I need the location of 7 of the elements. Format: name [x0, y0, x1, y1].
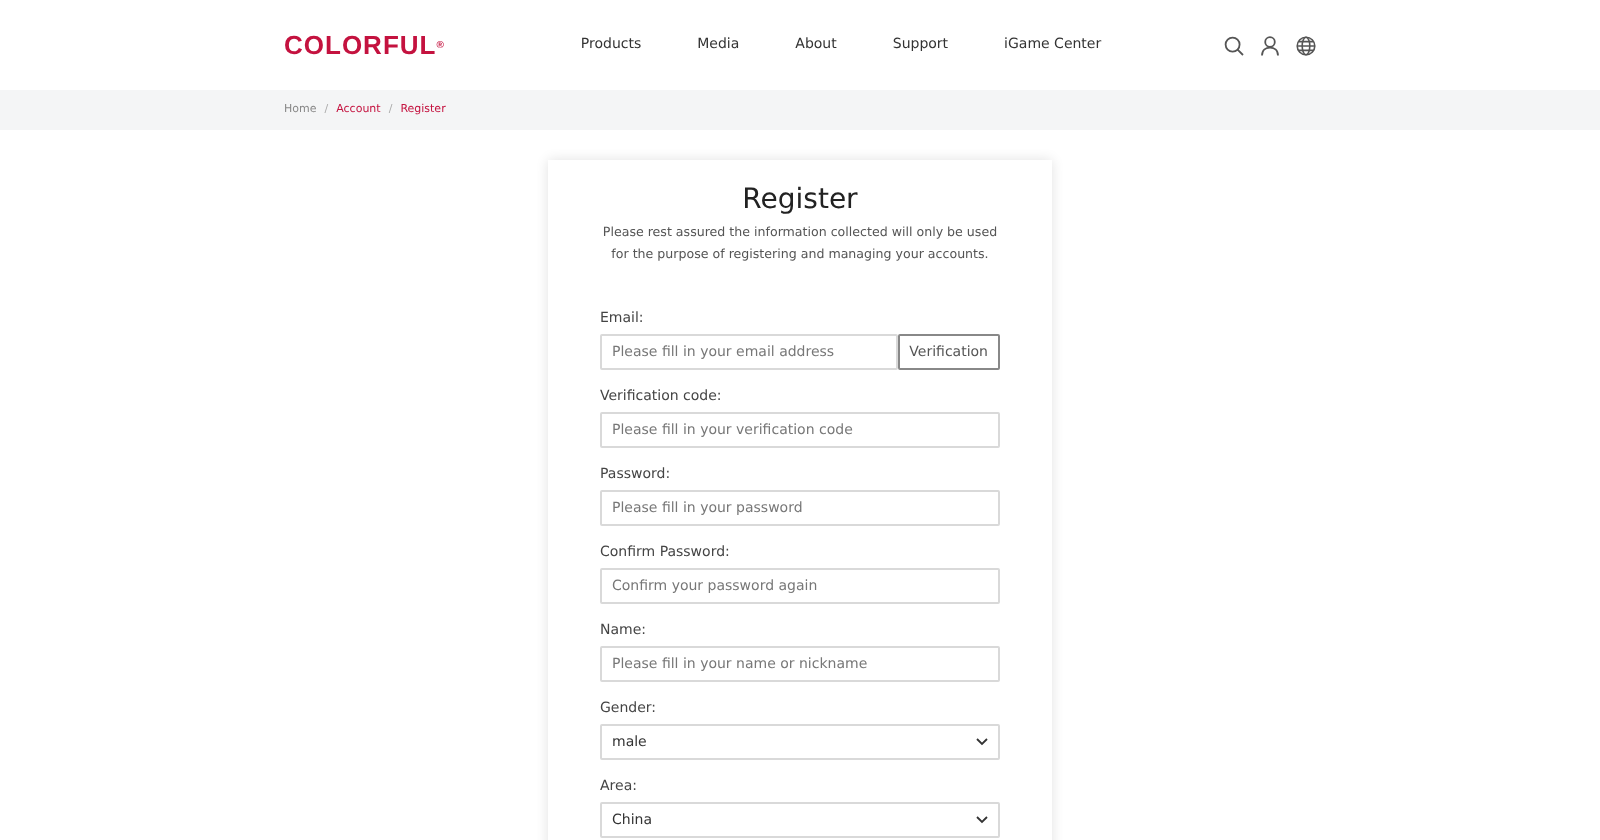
form-title: Register — [740, 184, 860, 218]
user-icon[interactable] — [1260, 35, 1280, 55]
chevron-down-icon — [976, 738, 988, 747]
search-icon[interactable] — [1224, 35, 1244, 55]
globe-icon[interactable] — [1296, 35, 1316, 55]
brand-logo[interactable]: COLORFUL$^{®}$ — [284, 25, 445, 65]
chevron-down-icon — [976, 816, 988, 825]
